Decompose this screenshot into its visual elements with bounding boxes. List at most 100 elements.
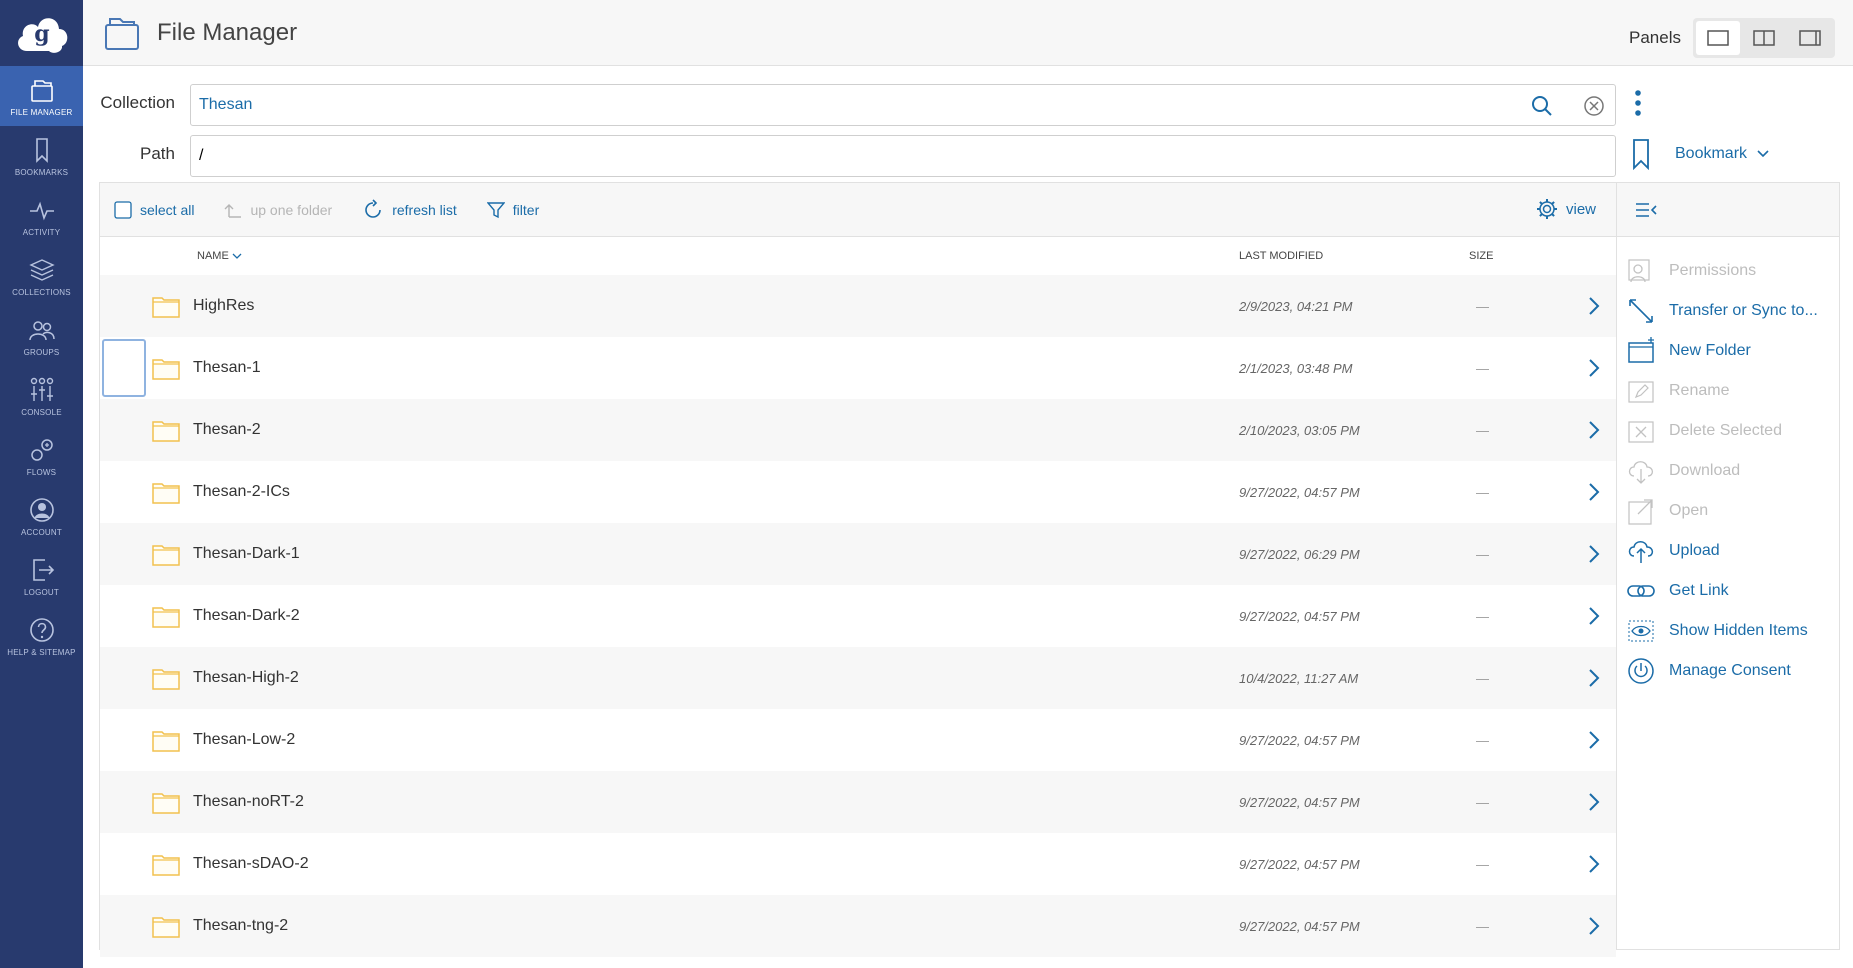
action-new-folder[interactable]: New Folder xyxy=(1617,331,1839,371)
action-upload[interactable]: Upload xyxy=(1617,531,1839,571)
chevron-right-icon[interactable] xyxy=(1588,854,1600,874)
sidebar-item-label: COLLECTIONS xyxy=(12,287,71,297)
action-show-hidden-items[interactable]: Show Hidden Items xyxy=(1617,611,1839,651)
action-label: New Folder xyxy=(1669,342,1751,359)
file-modified: 9/27/2022, 04:57 PM xyxy=(1239,484,1360,500)
sidebar-item-label: ACTIVITY xyxy=(22,227,61,237)
folder-icon xyxy=(152,297,180,318)
sidebar-item-help-sitemap[interactable]: HELP & SITEMAP xyxy=(0,606,83,666)
table-row[interactable]: Thesan-Dark-1 9/27/2022, 06:29 PM — xyxy=(100,523,1616,585)
action-delete-selected[interactable]: Delete Selected xyxy=(1617,411,1839,451)
sidebar-item-file-manager[interactable]: FILE MANAGER xyxy=(0,66,83,126)
sidebar-item-bookmarks[interactable]: BOOKMARKS xyxy=(0,126,83,186)
chevron-right-icon[interactable] xyxy=(1588,916,1600,936)
chevron-right-icon[interactable] xyxy=(1588,420,1600,440)
select-all-button[interactable]: select all xyxy=(114,200,194,219)
chevron-right-icon[interactable] xyxy=(1588,668,1600,688)
table-row[interactable]: Thesan-1 2/1/2023, 03:48 PM — xyxy=(100,337,1616,399)
path-field[interactable] xyxy=(190,135,1616,177)
file-name: Thesan-sDAO-2 xyxy=(193,855,309,872)
delete-icon xyxy=(1628,421,1654,443)
chevron-right-icon[interactable] xyxy=(1588,792,1600,812)
table-row[interactable]: Thesan-tng-2 9/27/2022, 04:57 PM — xyxy=(100,895,1616,957)
action-label: Open xyxy=(1669,502,1709,519)
sidebar-item-flows[interactable]: FLOWS xyxy=(0,426,83,486)
action-rename[interactable]: Rename xyxy=(1617,371,1839,411)
folder-icon xyxy=(152,731,180,752)
folder-icon xyxy=(152,359,180,380)
size-column-header[interactable]: SIZE xyxy=(1469,250,1493,262)
panels-switcher: Panels xyxy=(1629,18,1835,58)
file-name: Thesan-1 xyxy=(193,359,261,376)
sidebar-item-logout[interactable]: LOGOUT xyxy=(0,546,83,606)
action-open[interactable]: Open xyxy=(1617,491,1839,531)
last-modified-column-header[interactable]: LAST MODIFIED xyxy=(1239,250,1323,262)
more-options-icon[interactable] xyxy=(1633,88,1643,118)
chevron-right-icon[interactable] xyxy=(1588,358,1600,378)
path-input[interactable] xyxy=(199,147,1615,165)
right-panel-button[interactable] xyxy=(1788,21,1832,55)
dual-panel-button[interactable] xyxy=(1742,21,1786,55)
refresh-icon xyxy=(365,198,382,218)
path-label: Path xyxy=(140,144,175,163)
bookmark-dropdown[interactable]: Bookmark xyxy=(1675,145,1769,163)
view-button[interactable]: view xyxy=(1536,198,1596,220)
eye-icon xyxy=(1628,620,1654,642)
single-panel-button[interactable] xyxy=(1696,21,1740,55)
file-list: HighRes 2/9/2023, 04:21 PM — Thesan-1 2/1/20… xyxy=(100,275,1616,957)
file-size: — xyxy=(1476,732,1489,748)
collection-search-field[interactable] xyxy=(190,84,1616,126)
checkbox-icon[interactable] xyxy=(114,200,132,219)
table-row[interactable]: Thesan-Dark-2 9/27/2022, 04:57 PM — xyxy=(100,585,1616,647)
filter-button[interactable]: filter xyxy=(486,201,539,219)
chevron-right-icon[interactable] xyxy=(1588,730,1600,750)
file-size: — xyxy=(1476,670,1489,686)
chevron-right-icon[interactable] xyxy=(1588,544,1600,564)
table-row[interactable]: Thesan-Low-2 9/27/2022, 04:57 PM — xyxy=(100,709,1616,771)
file-size: — xyxy=(1476,422,1489,438)
action-get-link[interactable]: Get Link xyxy=(1617,571,1839,611)
globus-logo-icon[interactable]: g xyxy=(0,0,83,66)
file-manager-icon xyxy=(30,79,53,102)
sidebar-item-label: ACCOUNT xyxy=(21,527,62,537)
action-download[interactable]: Download xyxy=(1617,451,1839,491)
action-transfer-or-sync-to[interactable]: Transfer or Sync to... xyxy=(1617,291,1839,331)
svg-text:g: g xyxy=(34,21,49,47)
folder-icon xyxy=(152,483,180,504)
refresh-list-button[interactable]: refresh list xyxy=(362,198,457,221)
sidebar-item-console[interactable]: CONSOLE xyxy=(0,366,83,426)
bookmark-icon[interactable] xyxy=(1632,138,1650,170)
table-row[interactable]: Thesan-noRT-2 9/27/2022, 04:57 PM — xyxy=(100,771,1616,833)
table-row[interactable]: HighRes 2/9/2023, 04:21 PM — xyxy=(100,275,1616,337)
action-label: Manage Consent xyxy=(1669,662,1791,679)
table-row[interactable]: Thesan-2 2/10/2023, 03:05 PM — xyxy=(100,399,1616,461)
sidebar-item-collections[interactable]: COLLECTIONS xyxy=(0,246,83,306)
link-icon xyxy=(1627,585,1655,597)
row-checkbox[interactable] xyxy=(102,339,146,397)
sidebar-item-groups[interactable]: GROUPS xyxy=(0,306,83,366)
file-name: Thesan-Low-2 xyxy=(193,731,296,748)
action-manage-consent[interactable]: Manage Consent xyxy=(1617,651,1839,691)
bookmark-icon xyxy=(35,137,48,163)
logout-icon xyxy=(32,558,54,581)
folder-icon xyxy=(152,421,180,442)
file-size: — xyxy=(1476,360,1489,376)
collection-input[interactable] xyxy=(199,96,1615,114)
sidebar-item-activity[interactable]: ACTIVITY xyxy=(0,186,83,246)
table-row[interactable]: Thesan-sDAO-2 9/27/2022, 04:57 PM — xyxy=(100,833,1616,895)
action-permissions[interactable]: Permissions xyxy=(1617,251,1839,291)
file-modified: 9/27/2022, 04:57 PM xyxy=(1239,794,1360,810)
up-one-folder-button[interactable]: up one folder xyxy=(224,201,332,219)
table-row[interactable]: Thesan-High-2 10/4/2022, 11:27 AM — xyxy=(100,647,1616,709)
chevron-right-icon[interactable] xyxy=(1588,482,1600,502)
chevron-right-icon[interactable] xyxy=(1588,606,1600,626)
collapse-panel-icon[interactable] xyxy=(1635,201,1659,219)
chevron-right-icon[interactable] xyxy=(1588,296,1600,316)
table-row[interactable]: Thesan-2-ICs 9/27/2022, 04:57 PM — xyxy=(100,461,1616,523)
sidebar-item-label: FLOWS xyxy=(26,467,57,477)
name-column-header[interactable]: NAME xyxy=(197,250,242,262)
sidebar-item-account[interactable]: ACCOUNT xyxy=(0,486,83,546)
search-icon[interactable] xyxy=(1531,95,1553,117)
chevron-down-icon xyxy=(1757,150,1769,158)
clear-icon[interactable] xyxy=(1583,95,1605,117)
